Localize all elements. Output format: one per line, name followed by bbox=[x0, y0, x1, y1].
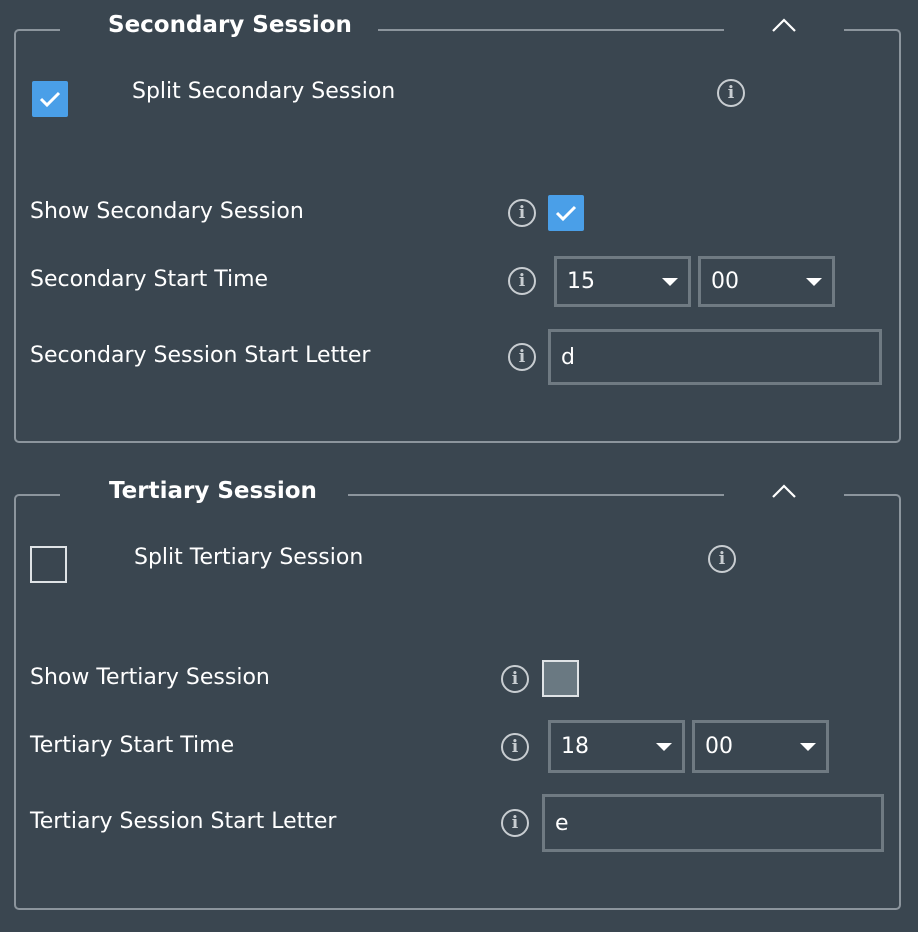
tertiary-collapse-chevron-up-icon[interactable] bbox=[771, 481, 797, 501]
tertiary-minute-select[interactable]: 00 bbox=[692, 720, 829, 773]
secondary-start-letter-input[interactable]: d bbox=[548, 329, 882, 385]
secondary-start-time-label: Secondary Start Time bbox=[30, 267, 269, 292]
tertiary-start-letter-info-icon[interactable]: i bbox=[501, 809, 529, 837]
show-tertiary-session-label: Show Tertiary Session bbox=[30, 665, 270, 690]
tertiary-start-letter-value: e bbox=[555, 810, 569, 836]
secondary-session-title: Secondary Session bbox=[104, 11, 356, 39]
checkmark-icon bbox=[39, 91, 61, 108]
secondary-collapse-chevron-up-icon[interactable] bbox=[771, 15, 797, 35]
secondary-minute-select[interactable]: 00 bbox=[698, 256, 835, 307]
tertiary-session-title: Tertiary Session bbox=[105, 477, 321, 505]
show-tertiary-session-checkbox[interactable] bbox=[542, 660, 579, 697]
split-secondary-session-label: Split Secondary Session bbox=[132, 79, 396, 104]
tertiary-hour-select[interactable]: 18 bbox=[548, 720, 685, 773]
split-secondary-info-icon[interactable]: i bbox=[717, 79, 745, 107]
secondary-minute-value: 00 bbox=[711, 269, 739, 294]
show-secondary-session-label: Show Secondary Session bbox=[30, 199, 304, 224]
tertiary-start-time-info-icon[interactable]: i bbox=[501, 733, 529, 761]
caret-down-icon bbox=[662, 277, 678, 286]
secondary-start-letter-info-icon[interactable]: i bbox=[508, 343, 536, 371]
split-secondary-session-checkbox[interactable] bbox=[32, 81, 68, 117]
caret-down-icon bbox=[806, 277, 822, 286]
secondary-start-letter-label: Secondary Session Start Letter bbox=[30, 343, 371, 368]
secondary-start-letter-value: d bbox=[561, 344, 575, 370]
split-tertiary-session-checkbox[interactable] bbox=[30, 546, 67, 583]
show-secondary-session-checkbox[interactable] bbox=[548, 195, 584, 231]
tertiary-minute-value: 00 bbox=[705, 734, 733, 759]
tertiary-start-time-label: Tertiary Start Time bbox=[30, 733, 235, 758]
caret-down-icon bbox=[656, 742, 672, 751]
secondary-hour-value: 15 bbox=[567, 269, 595, 294]
secondary-hour-select[interactable]: 15 bbox=[554, 256, 691, 307]
caret-down-icon bbox=[800, 742, 816, 751]
split-tertiary-session-label: Split Tertiary Session bbox=[134, 545, 364, 570]
split-tertiary-info-icon[interactable]: i bbox=[708, 545, 736, 573]
checkmark-icon bbox=[555, 205, 577, 222]
tertiary-hour-value: 18 bbox=[561, 734, 589, 759]
tertiary-start-letter-input[interactable]: e bbox=[542, 794, 884, 852]
secondary-start-time-info-icon[interactable]: i bbox=[508, 267, 536, 295]
show-secondary-info-icon[interactable]: i bbox=[508, 199, 536, 227]
show-tertiary-info-icon[interactable]: i bbox=[501, 665, 529, 693]
tertiary-start-letter-label: Tertiary Session Start Letter bbox=[30, 809, 337, 834]
